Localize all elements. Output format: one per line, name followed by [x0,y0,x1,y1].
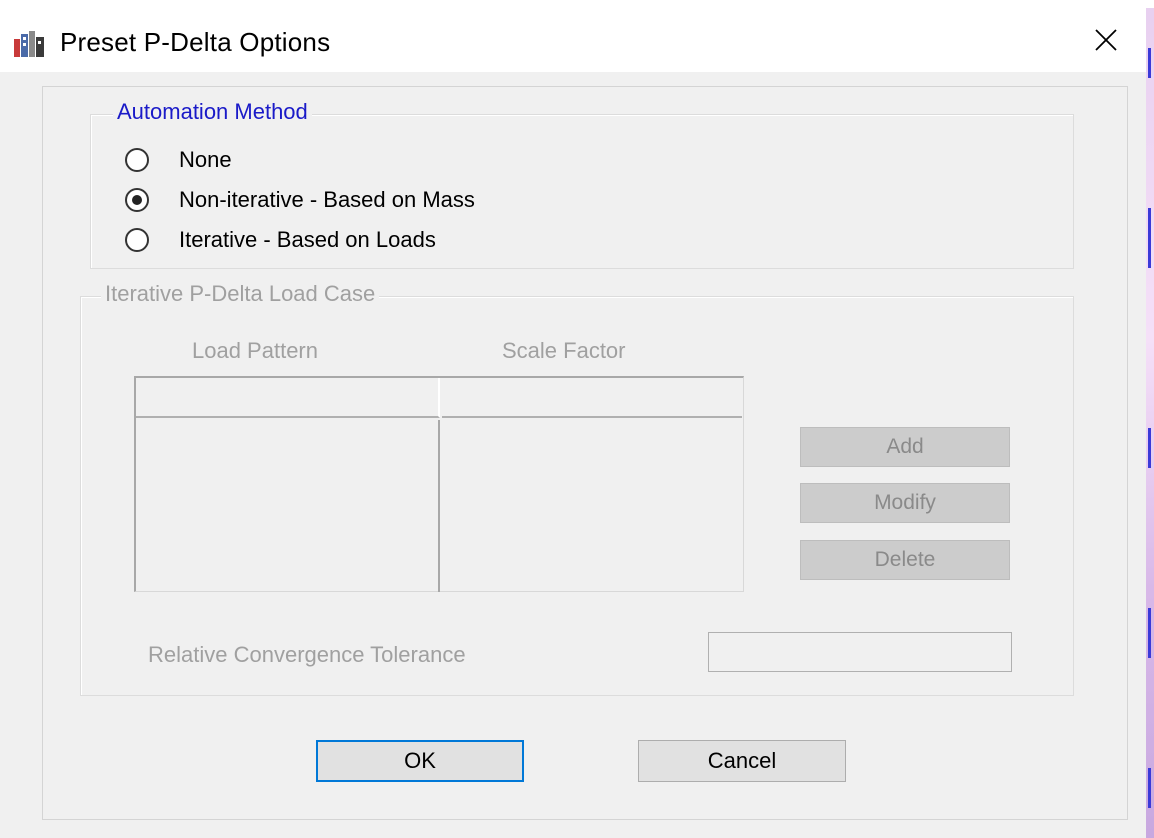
load-pattern-input-cell[interactable] [136,378,440,418]
convergence-tolerance-input[interactable] [708,632,1012,672]
scale-factor-header: Scale Factor [502,338,626,363]
window-title: Preset P-Delta Options [60,27,331,57]
radio-none-label: None [179,147,232,172]
close-button[interactable] [1082,20,1130,64]
automation-method-group: Automation Method None Non-iterative - B… [90,99,1074,269]
radio-iterative-label: Iterative - Based on Loads [179,227,436,252]
load-case-grid [134,376,744,592]
delete-button[interactable]: Delete [800,540,1010,580]
load-pattern-header: Load Pattern [192,338,318,363]
add-button[interactable]: Add [800,427,1010,467]
cancel-button[interactable]: Cancel [638,740,846,782]
radio-non-iterative-circle[interactable] [125,188,149,212]
radio-iterative-circle[interactable] [125,228,149,252]
scale-factor-list[interactable] [440,420,742,592]
dialog-window: Preset P-Delta Options Automation Method… [0,0,1154,838]
automation-method-legend: Automation Method [113,99,312,125]
iterative-load-case-legend: Iterative P-Delta Load Case [101,281,380,307]
convergence-tolerance-label: Relative Convergence Tolerance [148,642,466,667]
app-icon [14,31,44,57]
close-icon [1094,28,1118,57]
radio-non-iterative[interactable]: Non-iterative - Based on Mass [125,185,475,215]
modify-button[interactable]: Modify [800,483,1010,523]
ok-button[interactable]: OK [316,740,524,782]
background-window-edge [1146,8,1154,838]
title-bar[interactable]: Preset P-Delta Options [0,8,1146,72]
load-pattern-list[interactable] [136,420,438,592]
radio-iterative[interactable]: Iterative - Based on Loads [125,225,436,255]
radio-non-iterative-label: Non-iterative - Based on Mass [179,187,475,212]
radio-none-circle[interactable] [125,148,149,172]
top-border [0,0,1154,8]
radio-none[interactable]: None [125,145,232,175]
scale-factor-input-cell[interactable] [442,378,742,418]
